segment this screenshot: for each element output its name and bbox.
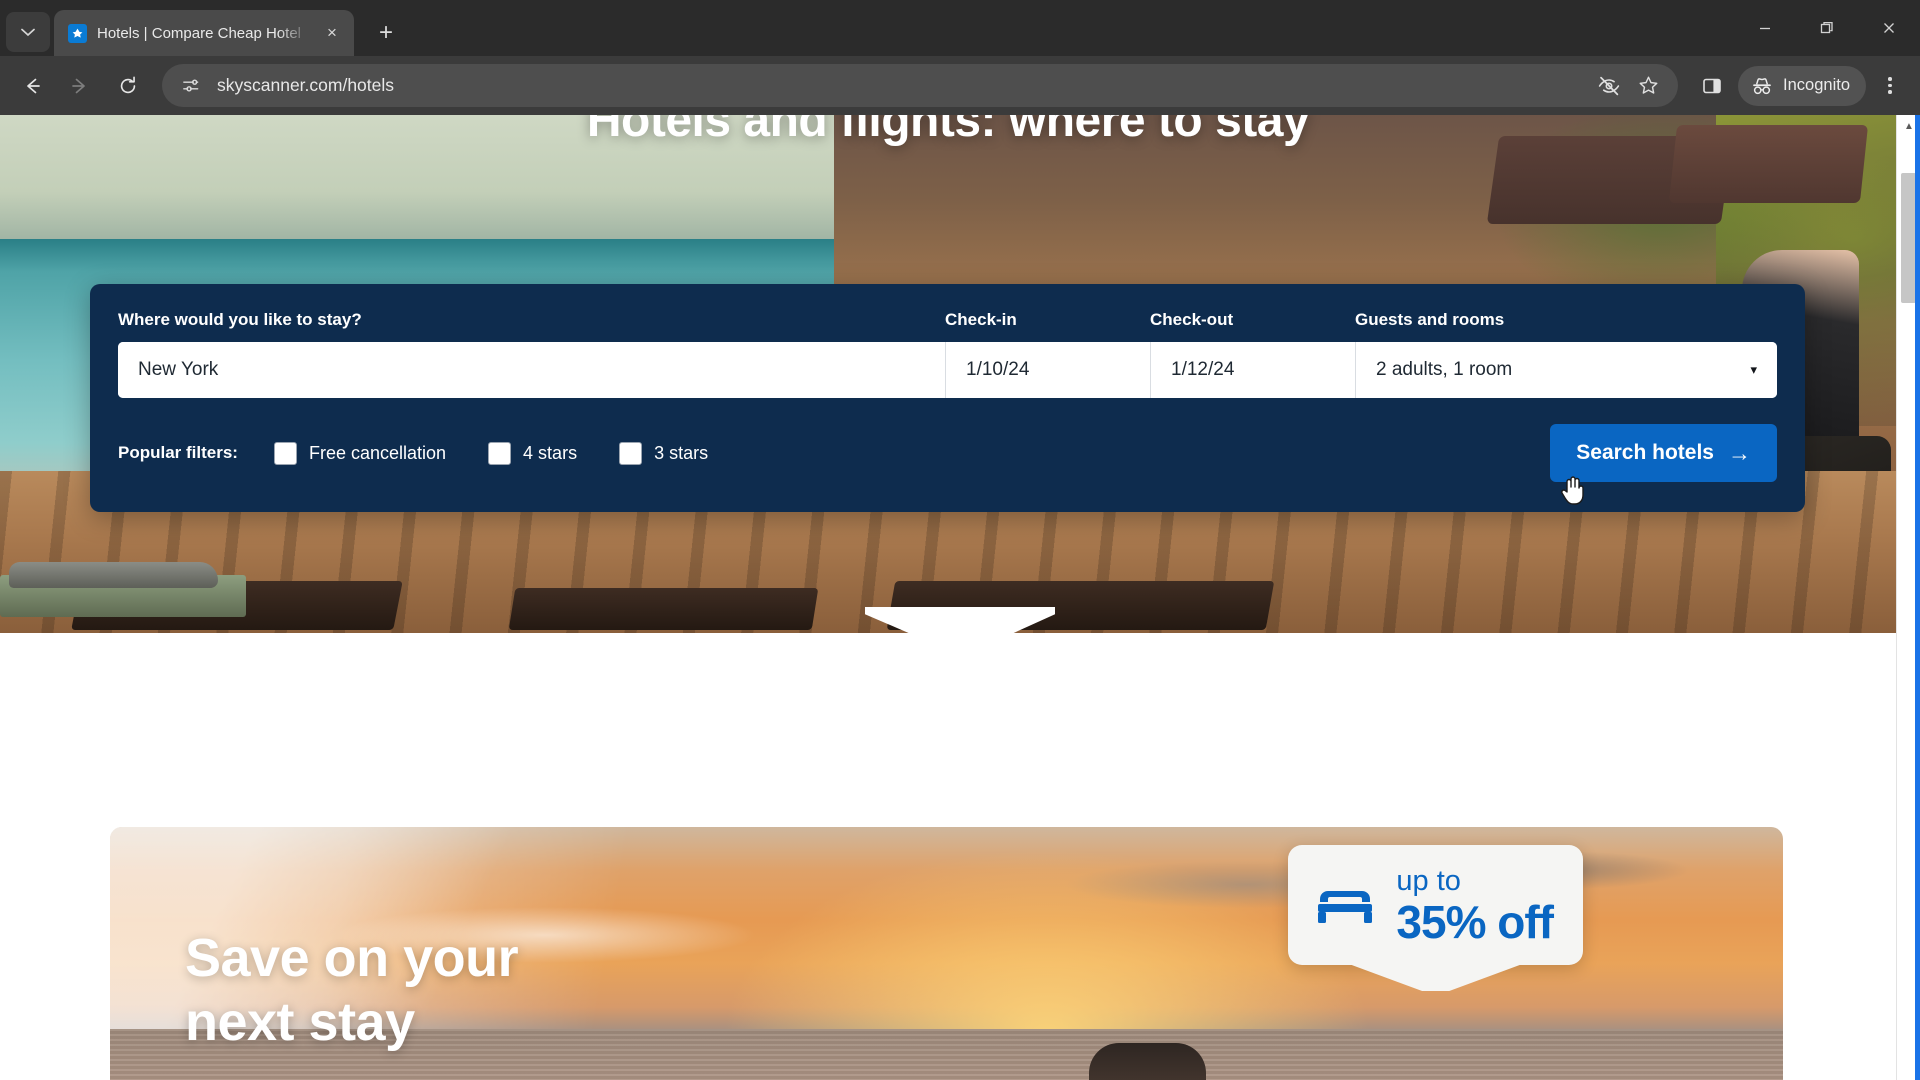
browser-toolbar: skyscanner.com/hotels Incognito <box>0 56 1920 115</box>
destination-label: Where would you like to stay? <box>118 310 362 329</box>
hotel-search-panel: Where would you like to stay? Check-in C… <box>90 284 1805 512</box>
hero-towel <box>9 561 219 588</box>
arrow-left-icon <box>27 78 40 93</box>
checkbox-icon[interactable] <box>619 441 643 465</box>
browser-menu-button[interactable] <box>1870 64 1910 108</box>
tracking-protection-button[interactable] <box>1597 74 1621 98</box>
promo-heading: Save on your next stay <box>185 927 519 1054</box>
address-bar[interactable]: skyscanner.com/hotels <box>162 64 1679 107</box>
close-window-button[interactable] <box>1858 0 1920 56</box>
browser-tab[interactable]: Hotels | Compare Cheap Hotel × <box>54 10 354 56</box>
checkbox-icon[interactable] <box>488 441 512 465</box>
side-panel-button[interactable] <box>1690 64 1734 108</box>
menu-dot <box>1888 77 1892 81</box>
search-hotels-button[interactable]: Search hotels → <box>1550 424 1777 482</box>
filter-free-cancellation[interactable]: Free cancellation <box>273 441 447 465</box>
close-icon <box>1884 23 1894 33</box>
checkbox-icon[interactable] <box>273 441 297 465</box>
side-panel-icon <box>1703 78 1721 93</box>
destination-input[interactable]: New York <box>118 342 945 398</box>
guests-and-rooms-select[interactable]: 2 adults, 1 room ▾ <box>1355 342 1777 398</box>
promo-heading-line-2: next stay <box>185 991 415 1052</box>
chevron-down-icon <box>21 28 35 36</box>
maximize-button[interactable] <box>1796 0 1858 56</box>
browser-window: Hotels | Compare Cheap Hotel × + skyscan… <box>0 0 1920 1080</box>
tab-strip: Hotels | Compare Cheap Hotel × + <box>0 0 1920 56</box>
search-labels-row: Where would you like to stay? Check-in C… <box>118 310 1777 342</box>
incognito-profile-button[interactable]: Incognito <box>1738 65 1866 106</box>
guests-label: Guests and rooms <box>1355 310 1505 329</box>
focus-indicator <box>1915 115 1920 1080</box>
checkout-input[interactable]: 1/12/24 <box>1150 342 1355 398</box>
search-hotels-label: Search hotels <box>1576 441 1714 464</box>
close-tab-button[interactable]: × <box>320 23 344 43</box>
hero-chair <box>508 587 819 630</box>
checkin-input[interactable]: 1/10/24 <box>945 342 1150 398</box>
site-settings-icon[interactable] <box>176 72 204 100</box>
chevron-down-icon: ▾ <box>1750 362 1757 377</box>
incognito-icon <box>1753 77 1771 94</box>
menu-dot <box>1888 83 1892 88</box>
popular-filters-label: Popular filters: <box>118 443 238 462</box>
new-tab-button[interactable]: + <box>366 13 406 53</box>
discount-amount: 35% off <box>1396 896 1554 948</box>
bed-icon <box>1318 891 1373 923</box>
discount-upto-label: up to <box>1396 865 1461 897</box>
eye-slash-icon <box>1598 76 1620 95</box>
bookmark-button[interactable] <box>1637 74 1660 97</box>
url-text: skyscanner.com/hotels <box>217 75 395 95</box>
reload-icon <box>120 76 136 93</box>
tab-title: Hotels | Compare Cheap Hotel <box>97 24 301 42</box>
star-icon <box>1639 76 1658 94</box>
filter-label: 3 stars <box>654 442 709 463</box>
page-viewport: Hotels and flights: where to stay Where … <box>0 115 1920 1080</box>
filter-4-stars[interactable]: 4 stars <box>488 441 578 465</box>
maximize-icon <box>1820 21 1833 34</box>
skyscanner-icon <box>68 23 87 43</box>
menu-dot <box>1888 90 1892 94</box>
promo-person <box>1088 1043 1206 1080</box>
scrollbar-thumb[interactable] <box>1901 173 1916 303</box>
guests-value: 2 adults, 1 room <box>1376 359 1513 380</box>
minimize-button[interactable] <box>1734 0 1796 56</box>
tune-icon <box>182 79 198 92</box>
forward-button <box>58 64 102 108</box>
minimize-icon <box>1760 27 1770 30</box>
promo-heading-line-1: Save on your <box>185 928 519 988</box>
back-button[interactable] <box>10 64 54 108</box>
filter-label: Free cancellation <box>308 442 447 463</box>
promo-card[interactable]: Save on your next stay We've pulled toge… <box>110 827 1783 1080</box>
tab-search-button[interactable] <box>6 12 50 52</box>
checkout-label: Check-out <box>1150 310 1234 329</box>
window-controls <box>1734 0 1920 56</box>
arrow-right-icon <box>72 78 85 93</box>
hero-title: Hotels and flights: where to stay <box>586 115 1310 147</box>
discount-badge: up to 35% off <box>1288 845 1583 965</box>
arrow-right-icon: → <box>1728 439 1751 466</box>
popular-filters-row: Popular filters: Free cancellation 4 sta… <box>118 424 1777 482</box>
skyscanner-logo-glyph <box>72 28 83 38</box>
incognito-label: Incognito <box>1783 76 1850 94</box>
discount-badge-text: up to 35% off <box>1396 865 1554 948</box>
filter-3-stars[interactable]: 3 stars <box>619 441 709 465</box>
search-fields-row: New York 1/10/24 1/12/24 2 adults, 1 roo… <box>118 342 1777 398</box>
filter-label: 4 stars <box>523 442 578 463</box>
checkin-label: Check-in <box>945 310 1017 329</box>
reload-button[interactable] <box>106 64 150 108</box>
